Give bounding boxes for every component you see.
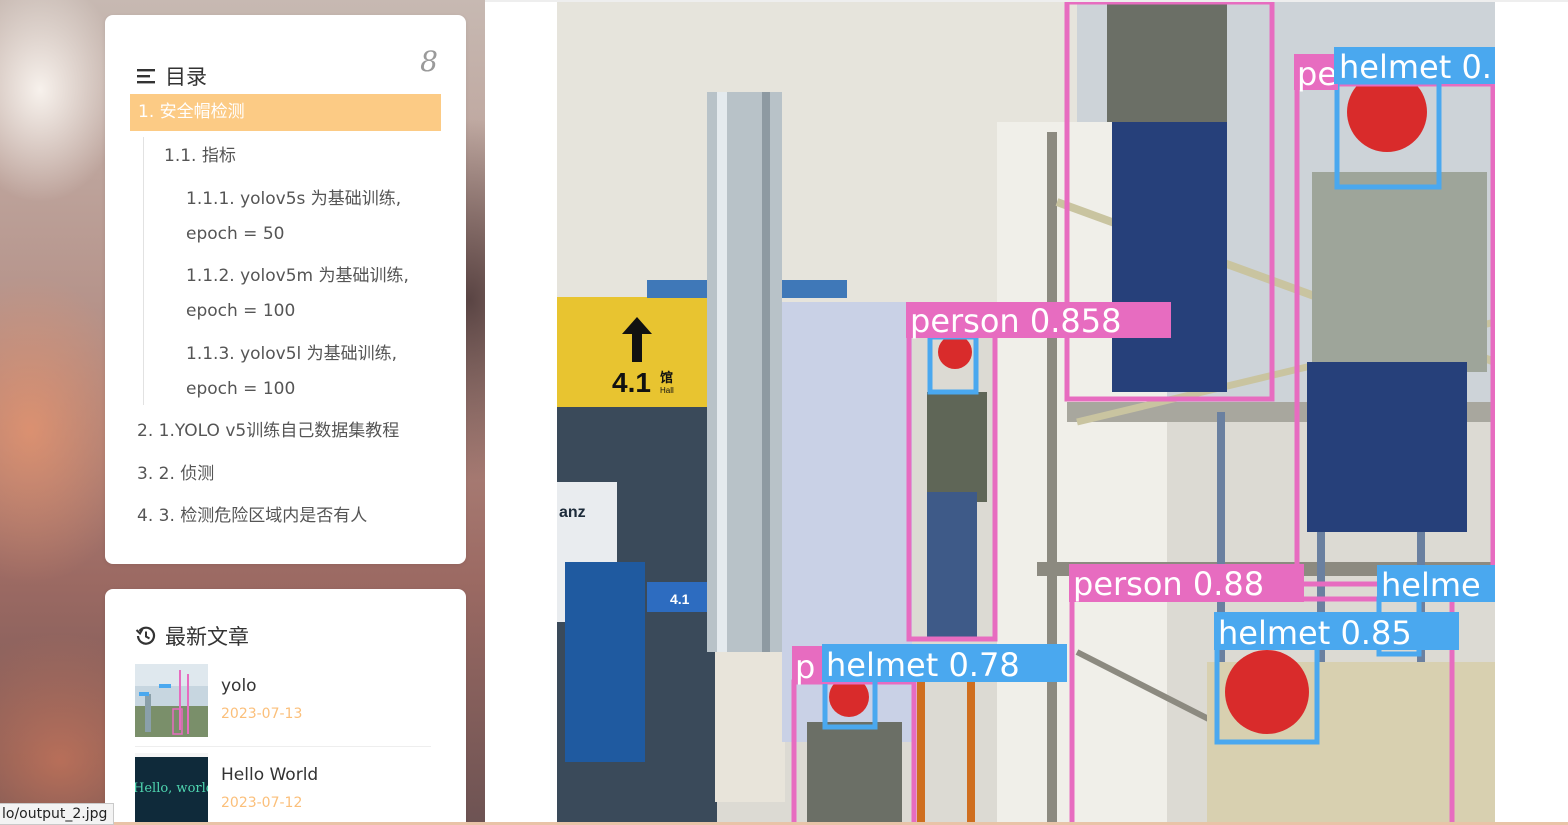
toc-item-2[interactable]: 2. 1.YOLO v5训练自己数据集教程	[137, 414, 399, 449]
sign-hall-en: Hall	[660, 386, 674, 395]
label-person-88: person 0.88	[1073, 565, 1264, 603]
sign-brand: anz	[559, 504, 586, 521]
post-date: 2023-07-13	[221, 706, 303, 722]
thumb-text: Hello, world	[135, 781, 208, 796]
toc-item-1-1-1-cont[interactable]: epoch = 50	[186, 217, 284, 252]
label-helmet-right-partial: helme	[1381, 566, 1481, 604]
label-helmet-85: helmet 0.85	[1218, 614, 1412, 652]
post-divider	[135, 746, 431, 747]
sign-bottom-number: 4.1	[670, 591, 690, 607]
toc-item-1-1-3[interactable]: 1.1.3. yolov5l 为基础训练,	[186, 337, 397, 372]
post-thumbnail[interactable]	[135, 664, 208, 737]
post-date: 2023-07-12	[221, 795, 303, 811]
toc-card: 目录 8 1. 安全帽检测 1.1. 指标 1.1.1. yolov5s 为基础…	[105, 15, 466, 564]
label-helmet-top-right: helmet 0.	[1339, 48, 1492, 86]
toc-count: 8	[420, 45, 438, 78]
recent-post-hello-world[interactable]: Hello, world Hello World 2023-07-12	[135, 753, 431, 825]
toc-item-1-1-3-cont[interactable]: epoch = 100	[186, 372, 295, 407]
detection-result-image: 4.1 馆 Hall anz 4.1 pe helmet 0. person 0…	[557, 2, 1495, 825]
post-title[interactable]: yolo	[221, 676, 257, 696]
toc-indent-line	[143, 137, 144, 405]
toc-item-1-1-2[interactable]: 1.1.2. yolov5m 为基础训练,	[186, 259, 409, 294]
toc-item-1-1-1[interactable]: 1.1.1. yolov5s 为基础训练,	[186, 182, 401, 217]
label-person-partial-top: pe	[1297, 55, 1337, 93]
toc-item-4[interactable]: 4. 3. 检测危险区域内是否有人	[137, 499, 367, 534]
recent-posts-card: 最新文章 yolo 2023-07-13 Hello, world Hello …	[105, 589, 466, 825]
thumb-stripe	[135, 753, 208, 757]
toc-header: 目录	[135, 61, 207, 91]
link-url-tooltip: lo/output_2.jpg	[0, 803, 115, 825]
recent-title: 最新文章	[165, 625, 249, 649]
toc-item-active[interactable]: 1. 安全帽检测	[130, 94, 441, 131]
list-icon	[137, 69, 155, 84]
history-icon	[135, 626, 156, 645]
recent-post-yolo[interactable]: yolo 2023-07-13	[135, 664, 431, 737]
label-helmet-78: helmet 0.78	[826, 646, 1020, 684]
toc-item-1-1[interactable]: 1.1. 指标	[164, 139, 236, 174]
sign-hall-cn: 馆	[660, 370, 673, 386]
post-thumbnail[interactable]: Hello, world	[135, 753, 208, 825]
toc-item-1-1-2-cont[interactable]: epoch = 100	[186, 294, 295, 329]
sign-hall-number: 4.1	[612, 367, 651, 398]
toc-item-3[interactable]: 3. 2. 侦测	[137, 457, 214, 492]
label-person-partial-bottom: p	[795, 648, 815, 686]
post-title[interactable]: Hello World	[221, 765, 318, 785]
toc-title: 目录	[165, 65, 207, 89]
recent-header: 最新文章	[135, 621, 249, 651]
detection-scene: 4.1 馆 Hall anz 4.1 pe helmet 0. person 0…	[557, 2, 1495, 825]
label-person-858: person 0.858	[910, 302, 1121, 340]
